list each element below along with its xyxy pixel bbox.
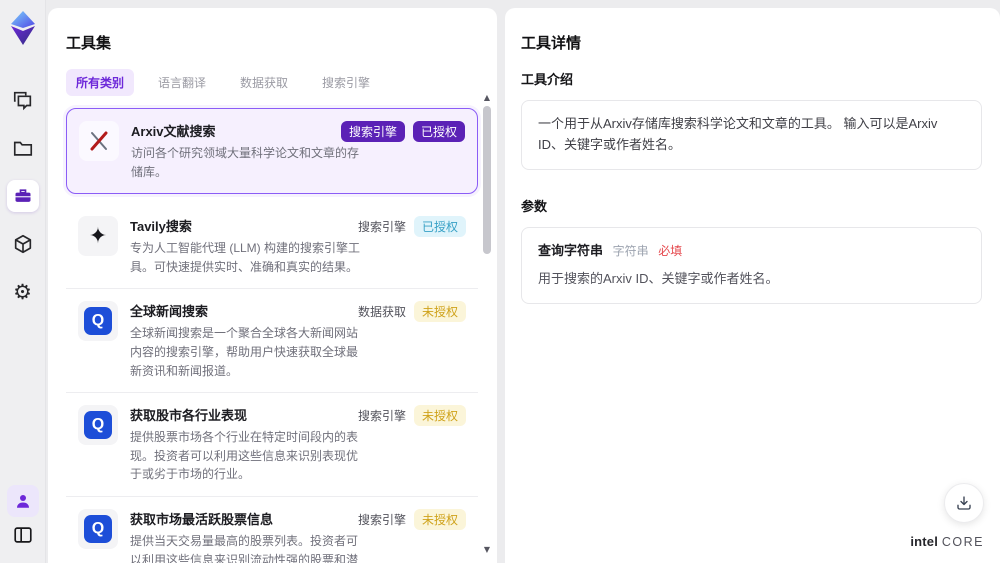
- tool-card[interactable]: Q 全球新闻搜索全球新闻搜索是一个聚合全球各大新闻网站内容的搜索引擎，帮助用户快速…: [66, 289, 478, 394]
- scrollbar-thumb[interactable]: [483, 106, 491, 254]
- category-badge: 搜索引擎: [357, 220, 406, 235]
- sidebar-item-settings[interactable]: ⚙: [7, 276, 39, 308]
- param-header: 查询字符串 字符串 必填: [538, 241, 965, 262]
- tool-name: Arxiv文献搜索: [131, 124, 216, 139]
- tab-category-1[interactable]: 语言翻译: [148, 69, 216, 96]
- param-desc: 用于搜索的Arxiv ID、关键字或作者姓名。: [538, 271, 779, 287]
- tool-text: 获取市场最活跃股票信息提供当天交易量最高的股票列表。投资者可以利用这些信息来识别…: [130, 509, 360, 563]
- folder-icon: [13, 141, 32, 156]
- sidebar-item-tools[interactable]: [6, 180, 39, 212]
- tool-card[interactable]: ✦ Tavily搜索专为人工智能代理 (LLM) 构建的搜索引擎工具。可快速提供实…: [66, 204, 478, 290]
- intro-heading: 工具介绍: [521, 72, 574, 87]
- param-required-badge: 必填: [658, 243, 683, 258]
- param-name: 查询字符串: [538, 242, 604, 258]
- auth-badge: 已授权: [413, 216, 466, 238]
- tool-list: Arxiv文献搜索 访问各个研究领域大量科学论文和文章的存储库。 搜索引擎 已授权 ✦ T…: [66, 108, 478, 563]
- search-blue-icon: Q: [78, 405, 118, 446]
- detail-title: 工具详情: [521, 35, 582, 52]
- tool-text: 获取股市各行业表现提供股票市场各个行业在特定时间段内的表现。投资者可以利用这些信…: [130, 405, 360, 484]
- tool-desc: 访问各个研究领域大量科学论文和文章的存储库。: [131, 146, 360, 179]
- tool-name: 获取市场最活跃股票信息: [130, 511, 274, 527]
- sidebar-item-collapse[interactable]: [7, 519, 39, 551]
- chat-icon: [13, 91, 31, 111]
- tavily-icon: ✦: [78, 216, 118, 257]
- param-type: 字符串: [612, 243, 649, 258]
- scroll-up-icon[interactable]: ▲: [484, 94, 490, 102]
- arxiv-icon: [79, 121, 119, 161]
- scrollbar-track[interactable]: [482, 102, 492, 546]
- tool-name: 全球新闻搜索: [130, 304, 209, 320]
- tool-badges: 数据获取 未授权: [357, 301, 466, 323]
- toolbox-icon: [15, 189, 30, 202]
- tool-name: Tavily搜索: [130, 219, 192, 235]
- search-blue-icon: Q: [78, 301, 118, 342]
- tab-category-0[interactable]: 所有类别: [66, 69, 135, 96]
- tool-list-panel: 工具集 所有类别 语言翻译 数据获取 搜索引擎 Arxiv文献搜索 访问各个研究领域大量…: [48, 8, 497, 563]
- app-rail: ⚙: [0, 0, 46, 563]
- auth-badge: 未授权: [413, 405, 466, 427]
- params-heading: 参数: [521, 198, 548, 214]
- brand-name: intel: [910, 534, 939, 549]
- cube-icon: [14, 234, 31, 254]
- sidebar-item-account[interactable]: [6, 485, 39, 517]
- param-box: 查询字符串 字符串 必填 用于搜索的Arxiv ID、关键字或作者姓名。: [521, 226, 982, 305]
- user-icon: [16, 495, 29, 508]
- page-title: 工具集: [66, 35, 112, 52]
- tool-text: Arxiv文献搜索访问各个研究领域大量科学论文和文章的存储库。: [131, 121, 359, 181]
- sidebar-item-models[interactable]: [7, 228, 39, 260]
- download-icon: [957, 496, 971, 510]
- category-badge: 搜索引擎: [357, 512, 406, 527]
- tool-desc: 提供股票市场各个行业在特定时间段内的表现。投资者可以利用这些信息来识别表现优于或…: [130, 430, 359, 482]
- tool-desc: 专为人工智能代理 (LLM) 构建的搜索引擎工具。可快速提供实时、准确和真实的结…: [130, 241, 361, 274]
- category-badge: 数据获取: [357, 305, 406, 320]
- brand-logo: intel CORE: [910, 534, 984, 549]
- tool-badges: 搜索引擎 未授权: [357, 405, 466, 427]
- auth-badge: 未授权: [413, 301, 466, 323]
- search-blue-icon: Q: [78, 508, 118, 549]
- auth-badge: 已授权: [412, 121, 465, 142]
- category-badge: 搜索引擎: [357, 409, 406, 424]
- tab-category-3[interactable]: 搜索引擎: [312, 69, 380, 96]
- auth-badge: 未授权: [413, 508, 466, 530]
- app-logo-icon: [10, 11, 35, 45]
- tool-card[interactable]: Q 获取市场最活跃股票信息提供当天交易量最高的股票列表。投资者可以利用这些信息来识…: [66, 496, 478, 563]
- tool-card[interactable]: Q 获取股市各行业表现提供股票市场各个行业在特定时间段内的表现。投资者可以利用这些…: [66, 393, 478, 497]
- gear-icon: ⚙: [13, 279, 32, 304]
- category-tabs: 所有类别 语言翻译 数据获取 搜索引擎: [66, 69, 481, 96]
- sidebar-item-chat[interactable]: [7, 84, 39, 116]
- tool-desc: 提供当天交易量最高的股票列表。投资者可以利用这些信息来识别流动性强的股票和潜在的…: [130, 533, 359, 563]
- tool-card[interactable]: Arxiv文献搜索 访问各个研究领域大量科学论文和文章的存储库。 搜索引擎 已授权: [66, 108, 478, 195]
- tool-badges: 搜索引擎 已授权: [340, 121, 465, 142]
- category-badge: 搜索引擎: [340, 121, 405, 142]
- sidebar-item-files[interactable]: [7, 132, 39, 164]
- tool-detail-panel: 工具详情 工具介绍 一个用于从Arxiv存储库搜索科学论文和文章的工具。 输入可…: [505, 8, 1000, 563]
- tool-desc: 全球新闻搜索是一个聚合全球各大新闻网站内容的搜索引擎，帮助用户快速获取全球最新资…: [130, 326, 359, 378]
- tool-text: 全球新闻搜索全球新闻搜索是一个聚合全球各大新闻网站内容的搜索引擎，帮助用户快速获…: [130, 301, 360, 380]
- tool-list-scrollbar[interactable]: ▲ ▼: [481, 94, 493, 554]
- tab-category-2[interactable]: 数据获取: [230, 69, 298, 96]
- tool-name: 获取股市各行业表现: [130, 408, 248, 424]
- download-button[interactable]: [944, 483, 984, 523]
- tool-badges: 搜索引擎 未授权: [357, 508, 466, 530]
- panel-layout-icon: [13, 527, 32, 543]
- intro-box: 一个用于从Arxiv存储库搜索科学论文和文章的工具。 输入可以是Arxiv ID…: [521, 100, 982, 170]
- intro-text: 一个用于从Arxiv存储库搜索科学论文和文章的工具。 输入可以是Arxiv ID…: [538, 116, 938, 152]
- scroll-down-icon[interactable]: ▼: [484, 546, 490, 554]
- tool-badges: 搜索引擎 已授权: [357, 216, 466, 238]
- brand-sub: CORE: [941, 535, 984, 549]
- tool-text: Tavily搜索专为人工智能代理 (LLM) 构建的搜索引擎工具。可快速提供实时…: [130, 216, 360, 276]
